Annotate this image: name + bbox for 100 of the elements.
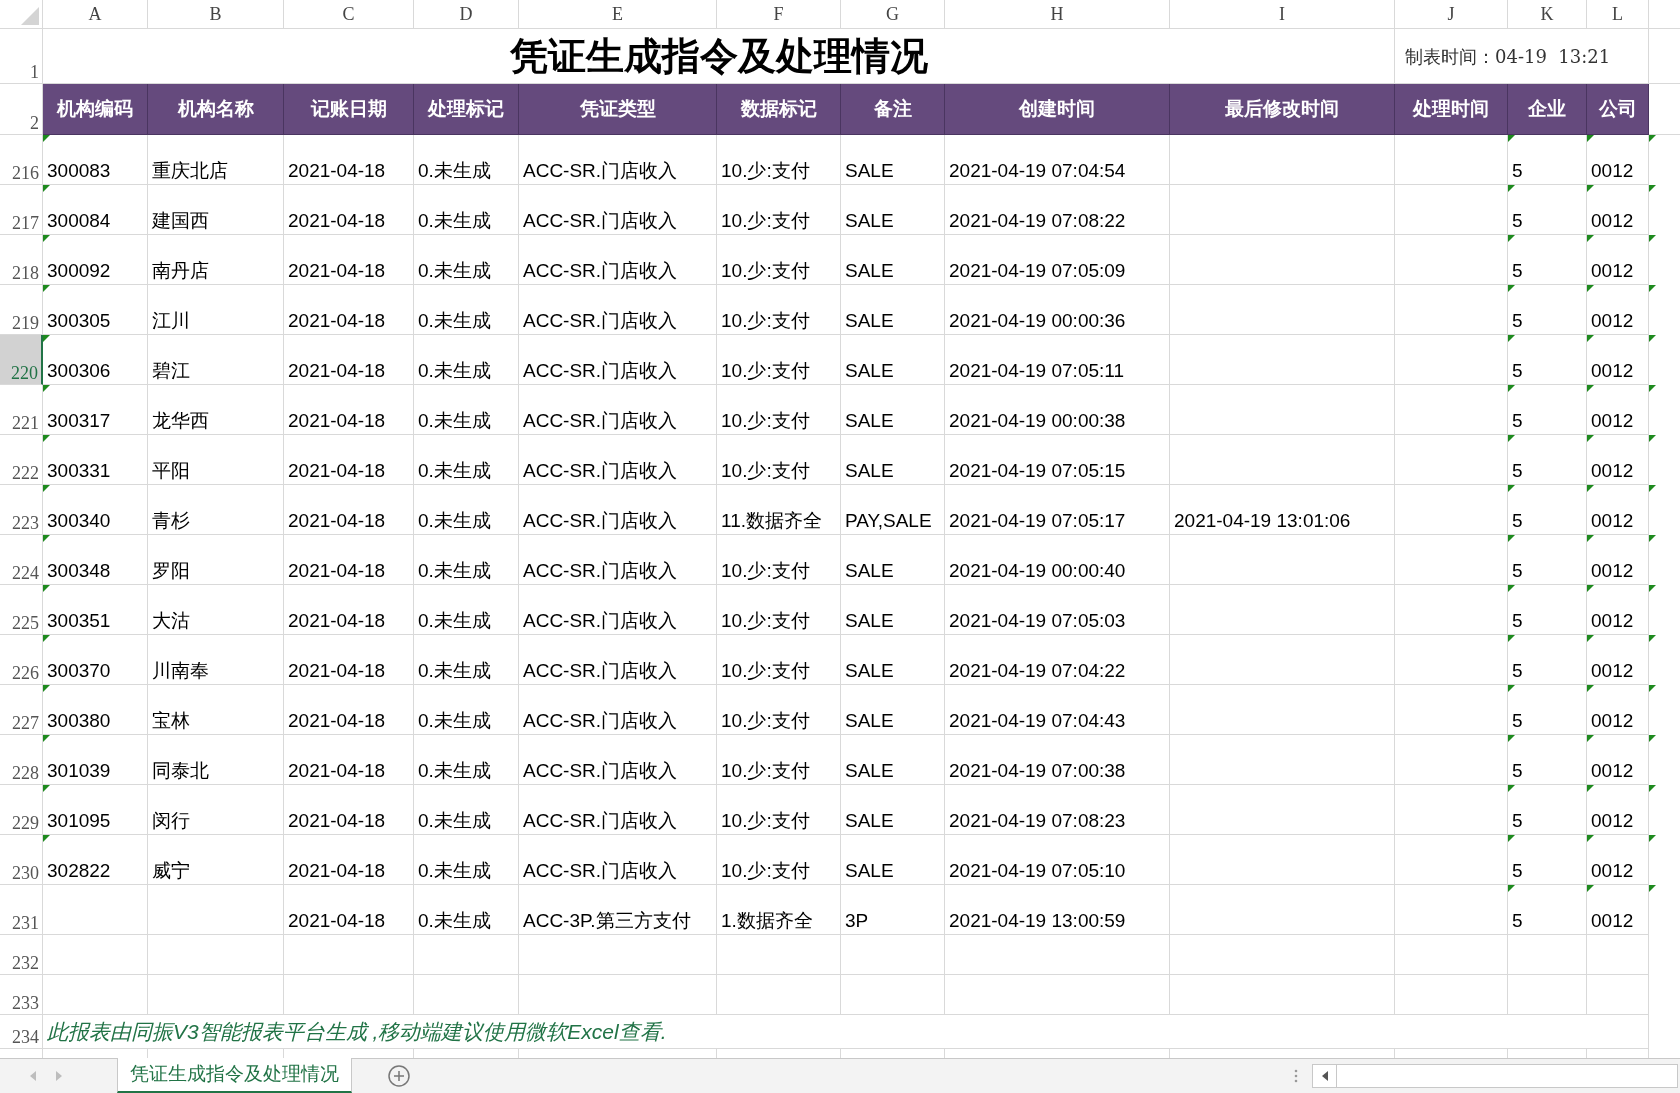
table-cell: 0.未生成 bbox=[418, 311, 491, 330]
table-cell: 2021-04-18 bbox=[288, 761, 386, 780]
row-number[interactable]: 227 bbox=[12, 714, 39, 732]
table-cell: 0.未生成 bbox=[418, 761, 491, 780]
table-cell: ACC-SR.门店收入 bbox=[523, 511, 678, 530]
row-number[interactable]: 228 bbox=[12, 764, 39, 782]
row-number[interactable]: 233 bbox=[12, 994, 39, 1012]
column-header-cell: 创建时间 bbox=[945, 84, 1170, 135]
column-letter[interactable]: E bbox=[612, 0, 623, 28]
table-cell: 10.少:支付 bbox=[721, 811, 810, 830]
table-cell: 2021-04-19 07:05:17 bbox=[949, 511, 1126, 530]
sheet-tab[interactable]: 凭证生成指令及处理情况 bbox=[117, 1058, 352, 1093]
table-cell: 300306 bbox=[47, 361, 111, 380]
column-header-cell: 公司 bbox=[1587, 84, 1649, 135]
row-number[interactable]: 216 bbox=[12, 164, 39, 182]
table-cell: ACC-SR.门店收入 bbox=[523, 761, 678, 780]
table-cell: 江川 bbox=[152, 311, 190, 330]
row-number[interactable]: 2 bbox=[30, 114, 39, 132]
table-cell: ACC-SR.门店收入 bbox=[523, 561, 678, 580]
table-cell: 5 bbox=[1512, 811, 1523, 830]
table-cell: SALE bbox=[845, 161, 894, 180]
table-cell: 300380 bbox=[47, 711, 111, 730]
table-cell: 2021-04-18 bbox=[288, 711, 386, 730]
row-number[interactable]: 229 bbox=[12, 814, 39, 832]
add-sheet-icon[interactable] bbox=[388, 1065, 410, 1087]
table-cell: ACC-SR.门店收入 bbox=[523, 161, 678, 180]
row-number[interactable]: 224 bbox=[12, 564, 39, 582]
table-cell: 0012 bbox=[1591, 561, 1634, 580]
column-letter[interactable]: J bbox=[1447, 0, 1455, 28]
table-cell: 0012 bbox=[1591, 611, 1634, 630]
table-cell: SALE bbox=[845, 811, 894, 830]
column-letter[interactable]: D bbox=[459, 0, 473, 28]
column-letter[interactable]: C bbox=[342, 0, 355, 28]
table-cell: ACC-SR.门店收入 bbox=[523, 861, 678, 880]
table-cell: ACC-3P.第三方支付 bbox=[523, 911, 691, 930]
table-cell: 300084 bbox=[47, 211, 111, 230]
row-number[interactable]: 230 bbox=[12, 864, 39, 882]
table-cell: 平阳 bbox=[152, 461, 190, 480]
row-number[interactable]: 219 bbox=[12, 314, 39, 332]
table-cell: 10.少:支付 bbox=[721, 711, 810, 730]
table-cell: 5 bbox=[1512, 711, 1523, 730]
column-letter[interactable]: A bbox=[88, 0, 102, 28]
column-letter[interactable]: L bbox=[1612, 0, 1623, 28]
report-title: 凭证生成指令及处理情况 bbox=[509, 37, 928, 75]
resize-grip-icon[interactable] bbox=[1294, 1069, 1298, 1083]
table-cell: 10.少:支付 bbox=[721, 761, 810, 780]
column-letter[interactable]: H bbox=[1050, 0, 1064, 28]
table-cell: SALE bbox=[845, 561, 894, 580]
table-cell: ACC-SR.门店收入 bbox=[523, 811, 678, 830]
horizontal-scrollbar[interactable] bbox=[1312, 1064, 1678, 1088]
row-number[interactable]: 222 bbox=[12, 464, 39, 482]
table-cell: 南丹店 bbox=[152, 261, 209, 280]
row-number[interactable]: 221 bbox=[12, 414, 39, 432]
scroll-left-icon[interactable] bbox=[1321, 1071, 1328, 1081]
table-cell: 2021-04-18 bbox=[288, 511, 386, 530]
row-number[interactable]: 234 bbox=[12, 1028, 39, 1046]
table-cell: 0012 bbox=[1591, 761, 1634, 780]
table-cell: 0012 bbox=[1591, 411, 1634, 430]
column-letter[interactable]: K bbox=[1540, 0, 1554, 28]
table-cell: 0.未生成 bbox=[418, 611, 491, 630]
column-letter[interactable]: B bbox=[209, 0, 222, 28]
table-cell: SALE bbox=[845, 311, 894, 330]
table-cell: 5 bbox=[1512, 161, 1523, 180]
row-number[interactable]: 1 bbox=[30, 63, 39, 81]
row-number[interactable]: 217 bbox=[12, 214, 39, 232]
table-cell: 0.未生成 bbox=[418, 711, 491, 730]
table-cell: 0.未生成 bbox=[418, 261, 491, 280]
table-cell: 重庆北店 bbox=[152, 161, 228, 180]
table-cell: 龙华西 bbox=[152, 411, 209, 430]
table-cell: 2021-04-18 bbox=[288, 311, 386, 330]
table-cell: ACC-SR.门店收入 bbox=[523, 411, 678, 430]
table-cell: 10.少:支付 bbox=[721, 861, 810, 880]
table-cell: 2021-04-19 07:04:22 bbox=[949, 661, 1126, 680]
table-cell: 10.少:支付 bbox=[721, 611, 810, 630]
column-letter[interactable]: F bbox=[773, 0, 784, 28]
table-cell: ACC-SR.门店收入 bbox=[523, 461, 678, 480]
select-all-icon[interactable] bbox=[21, 7, 39, 25]
column-letter[interactable]: I bbox=[1279, 0, 1285, 28]
table-cell: ACC-SR.门店收入 bbox=[523, 261, 678, 280]
row-number[interactable]: 231 bbox=[12, 914, 39, 932]
row-number[interactable]: 225 bbox=[12, 614, 39, 632]
row-number[interactable]: 232 bbox=[12, 954, 39, 972]
table-cell: 2021-04-19 07:05:15 bbox=[949, 461, 1126, 480]
table-cell: 2021-04-18 bbox=[288, 811, 386, 830]
table-cell: 0012 bbox=[1591, 211, 1634, 230]
table-cell: 0.未生成 bbox=[418, 511, 491, 530]
column-header-cell: 机构编码 bbox=[43, 84, 148, 135]
column-letter[interactable]: G bbox=[886, 0, 899, 28]
row-number[interactable]: 223 bbox=[12, 514, 39, 532]
row-number[interactable]: 226 bbox=[12, 664, 39, 682]
row-number[interactable]: 218 bbox=[12, 264, 39, 282]
table-cell: 0.未生成 bbox=[418, 661, 491, 680]
table-cell: 2021-04-19 07:05:11 bbox=[949, 361, 1125, 380]
table-cell: 0.未生成 bbox=[418, 411, 491, 430]
scroll-right-icon[interactable] bbox=[56, 1071, 62, 1081]
table-cell: 2021-04-18 bbox=[288, 861, 386, 880]
table-cell: SALE bbox=[845, 711, 894, 730]
column-header-cell: 处理时间 bbox=[1395, 84, 1508, 135]
table-cell: SALE bbox=[845, 261, 894, 280]
table-cell: 2021-04-18 bbox=[288, 361, 386, 380]
